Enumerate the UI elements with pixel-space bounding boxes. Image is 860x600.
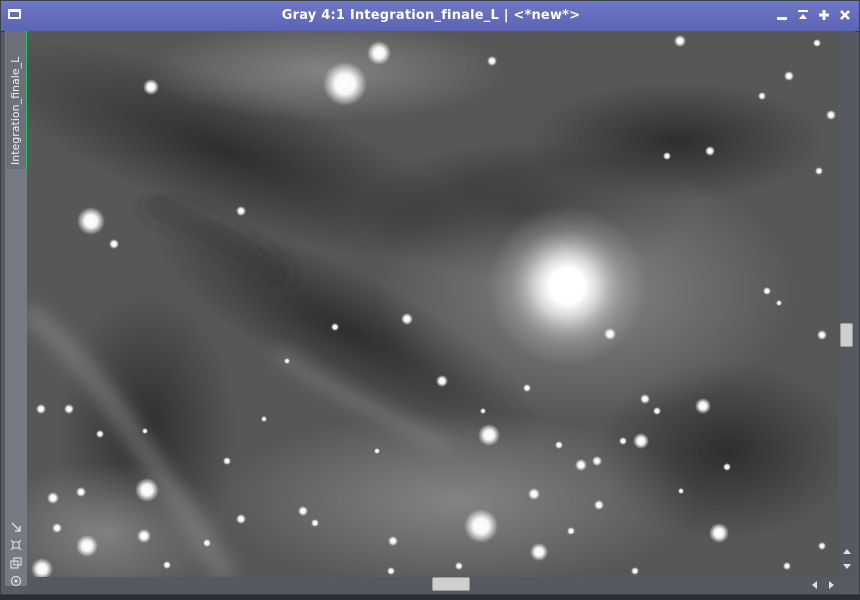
window-icon[interactable]	[8, 9, 21, 19]
down-arrow-icon[interactable]	[841, 562, 853, 572]
left-arrow-icon[interactable]	[809, 580, 821, 590]
up-arrow-icon[interactable]	[841, 546, 853, 556]
window-title: Gray 4:1 Integration_finale_L | <*new*>	[281, 8, 581, 23]
view-sidebar: Integration_finale_L	[5, 31, 28, 587]
title-bar[interactable]: Gray 4:1 Integration_finale_L | <*new*>	[1, 1, 859, 32]
shade-icon[interactable]	[796, 8, 810, 22]
clone-icon[interactable]	[10, 557, 22, 569]
horizontal-scrollbar[interactable]	[27, 577, 839, 593]
crosshair-icon[interactable]	[10, 539, 22, 551]
astro-image	[27, 31, 839, 577]
maximize-icon[interactable]	[817, 8, 831, 22]
vertical-scroll-thumb[interactable]	[840, 323, 853, 347]
target-icon[interactable]	[10, 575, 22, 587]
view-tab[interactable]: Integration_finale_L	[6, 31, 28, 169]
image-viewport[interactable]	[27, 31, 839, 577]
view-tab-label: Integration_finale_L	[9, 56, 22, 165]
horizontal-scroll-thumb[interactable]	[432, 577, 470, 591]
right-arrow-icon[interactable]	[825, 580, 837, 590]
minimize-icon[interactable]	[775, 8, 789, 22]
fit-view-icon[interactable]	[10, 521, 22, 533]
close-icon[interactable]	[838, 8, 852, 22]
image-window: Gray 4:1 Integration_finale_L | <*new*> …	[0, 0, 860, 595]
vertical-scrollbar[interactable]	[839, 31, 855, 577]
